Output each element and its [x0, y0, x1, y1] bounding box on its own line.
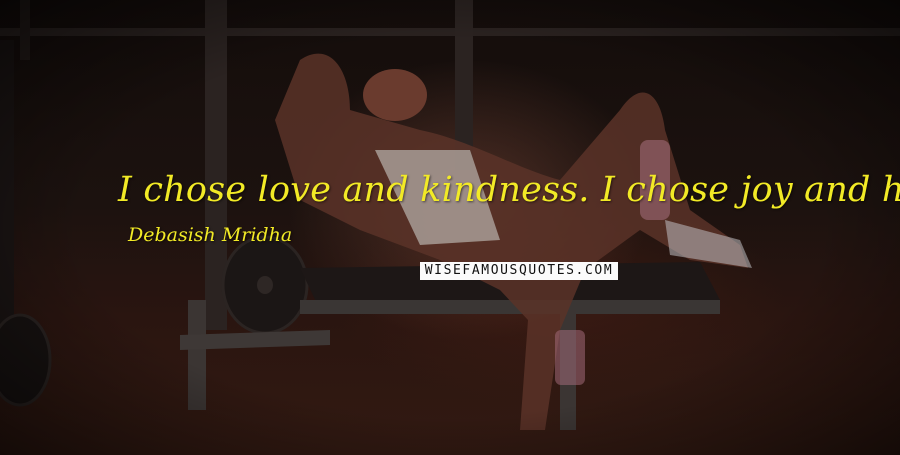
quote-image: I chose love and kindness. I chose joy a… — [0, 0, 900, 455]
quote-text: I chose love and kindness. I chose joy a… — [118, 170, 900, 210]
watermark: WISEFAMOUSQUOTES.COM — [420, 262, 618, 280]
quote-author: Debasish Mridha — [128, 224, 293, 246]
